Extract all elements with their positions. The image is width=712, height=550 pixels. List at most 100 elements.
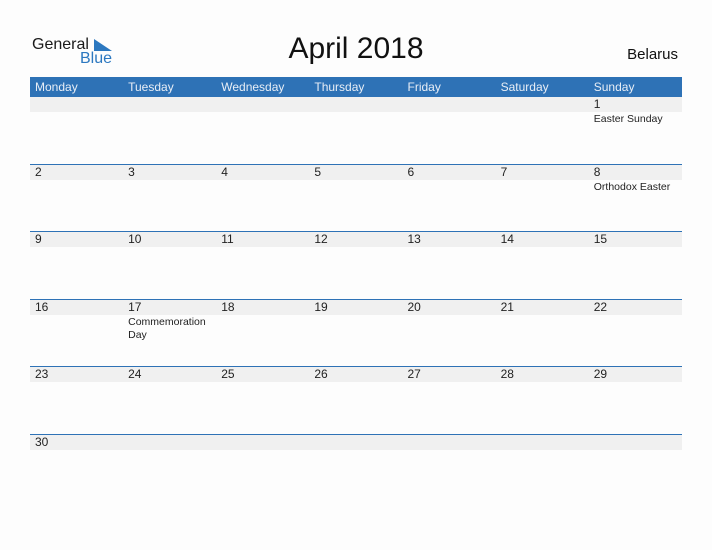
- day-cell: 1 Easter Sunday: [589, 97, 682, 164]
- holiday-label: Easter Sunday: [593, 113, 663, 125]
- day-number: 3: [128, 164, 135, 179]
- day-cell: 15: [589, 232, 682, 299]
- day-cell: 21: [496, 300, 589, 367]
- day-number: 5: [314, 164, 322, 179]
- day-cell: 22: [589, 300, 682, 367]
- page-title: April 2018: [288, 32, 424, 65]
- day-cell: 4: [216, 165, 309, 232]
- day-number: [128, 435, 216, 450]
- day-cell: 13: [403, 232, 496, 299]
- weekday-thursday: Thursday: [314, 80, 365, 94]
- week-row: 1 Easter Sunday: [30, 97, 682, 164]
- day-number: [408, 97, 496, 112]
- day-cell: 7: [496, 165, 589, 232]
- day-number: 12: [314, 232, 328, 247]
- day-number: 26: [314, 367, 328, 382]
- day-number: 19: [314, 299, 328, 314]
- day-cell: [589, 435, 682, 502]
- day-number: 21: [500, 299, 514, 314]
- day-cell: 11: [216, 232, 309, 299]
- day-number: 2: [35, 164, 42, 179]
- holiday-label: Orthodox Easter: [593, 180, 671, 193]
- day-cell: 14: [496, 232, 589, 299]
- day-cell: 30: [30, 435, 123, 502]
- day-number: 13: [407, 232, 421, 247]
- day-number: [408, 435, 496, 450]
- day-number: [314, 97, 402, 112]
- day-cell: 10: [123, 232, 216, 299]
- day-number: 16: [35, 299, 49, 314]
- day-cell: [123, 435, 216, 502]
- day-cell: [216, 97, 309, 164]
- day-cell: 26: [309, 367, 402, 434]
- day-number: 9: [35, 232, 42, 247]
- day-number: 1: [593, 97, 601, 111]
- holiday-label: Commemoration Day: [128, 315, 206, 341]
- day-number: [221, 97, 309, 112]
- day-number: 7: [500, 164, 508, 179]
- weekday-wednesday: Wednesday: [221, 80, 285, 94]
- day-number: [128, 97, 216, 112]
- day-number: [35, 97, 123, 112]
- day-cell: 25: [216, 367, 309, 434]
- weekday-saturday: Saturday: [500, 80, 549, 94]
- week-row: 9 10 11 12 13 14 15: [30, 231, 682, 299]
- day-number: [314, 435, 402, 450]
- day-number: [221, 435, 309, 450]
- day-cell: [496, 97, 589, 164]
- day-cell: 28: [496, 367, 589, 434]
- day-cell: 2: [30, 165, 123, 232]
- day-number: 17: [128, 299, 142, 314]
- day-cell: [30, 97, 123, 164]
- day-number: 20: [407, 299, 421, 314]
- day-cell: [309, 435, 402, 502]
- weekday-tuesday: Tuesday: [128, 80, 174, 94]
- day-cell: 18: [216, 300, 309, 367]
- week-row: 23 24 25 26 27 28 29: [30, 366, 682, 434]
- day-number: [501, 435, 589, 450]
- day-cell: 9: [30, 232, 123, 299]
- day-cell: 20: [403, 300, 496, 367]
- day-cell: [309, 97, 402, 164]
- day-number: [501, 97, 589, 112]
- day-number: [594, 435, 682, 450]
- day-cell: [403, 97, 496, 164]
- day-number: 11: [221, 232, 234, 247]
- day-number: 30: [35, 434, 49, 449]
- day-cell: 17 Commemoration Day: [123, 300, 216, 367]
- day-cell: 12: [309, 232, 402, 299]
- week-row: 16 17 Commemoration Day 18 19 20 21 22: [30, 298, 682, 367]
- day-cell: 27: [403, 367, 496, 434]
- day-number: 15: [593, 232, 608, 247]
- day-cell: 19: [309, 300, 402, 367]
- weekday-header: Monday Tuesday Wednesday Thursday Friday…: [30, 77, 682, 97]
- day-cell: 6: [403, 165, 496, 232]
- day-cell: 23: [30, 367, 123, 434]
- day-number: 18: [221, 299, 235, 314]
- day-cell: 5: [309, 165, 402, 232]
- day-number: 22: [593, 299, 608, 314]
- calendar-grid: Monday Tuesday Wednesday Thursday Friday…: [30, 77, 682, 502]
- weekday-friday: Friday: [407, 80, 441, 94]
- day-number: 6: [407, 164, 415, 179]
- day-number: 27: [407, 367, 421, 382]
- day-cell: 29: [589, 367, 682, 434]
- day-number: 24: [128, 367, 142, 382]
- day-number: 29: [593, 367, 608, 382]
- day-number: 8: [593, 164, 601, 179]
- day-cell: 8 Orthodox Easter: [589, 165, 682, 232]
- day-number: 28: [500, 367, 514, 382]
- day-number: 4: [221, 164, 228, 179]
- day-cell: 24: [123, 367, 216, 434]
- weekday-monday: Monday: [35, 80, 78, 94]
- day-cell: 3: [123, 165, 216, 232]
- day-cell: 16: [30, 300, 123, 367]
- week-row: 2 3 4 5 6 7 8 Orthodox Easter: [30, 163, 682, 232]
- day-cell: [123, 97, 216, 164]
- day-cell: [403, 435, 496, 502]
- day-cell: [496, 435, 589, 502]
- day-number: 23: [35, 367, 49, 382]
- day-number: 25: [221, 367, 235, 382]
- day-cell: [216, 435, 309, 502]
- day-number: 14: [500, 232, 514, 247]
